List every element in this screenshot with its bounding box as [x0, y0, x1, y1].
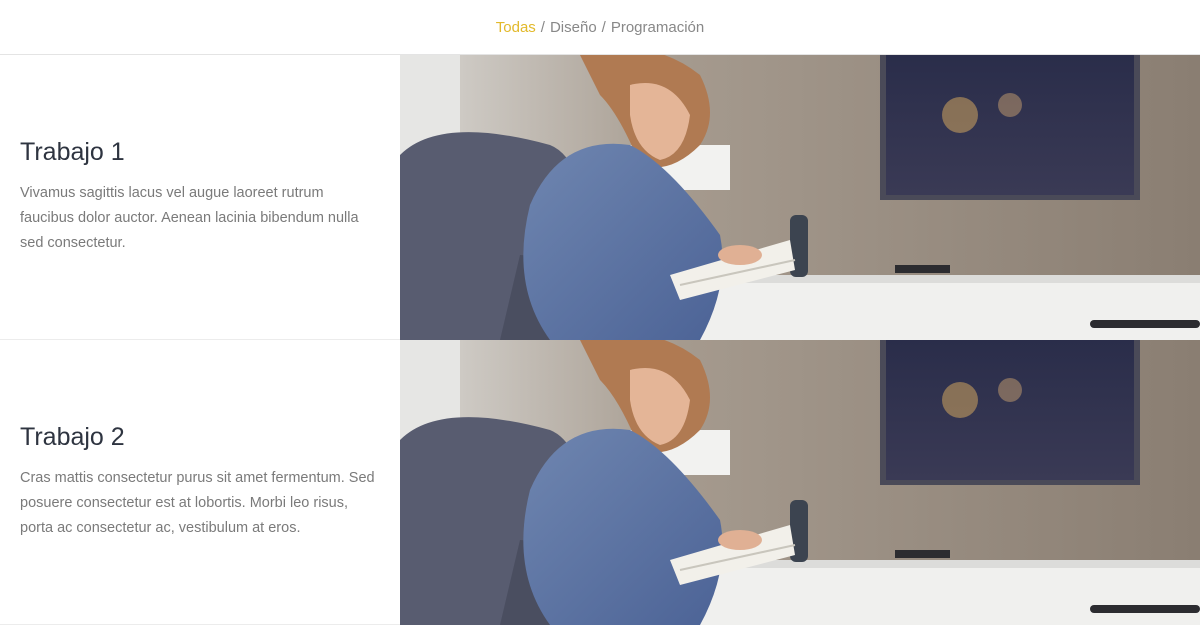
work-title[interactable]: Trabajo 2 [20, 423, 380, 452]
work-description: Vivamus sagittis lacus vel augue laoreet… [20, 185, 359, 251]
work-title[interactable]: Trabajo 1 [20, 138, 380, 167]
work-item-text: Trabajo 2 Cras mattis consectetur purus … [0, 340, 400, 624]
woman-reading-photo [400, 340, 1200, 625]
work-description: Cras mattis consectetur purus sit amet f… [20, 470, 375, 536]
work-image[interactable] [400, 55, 1200, 340]
filter-diseno[interactable]: Diseño [550, 19, 597, 36]
filter-separator: / [540, 18, 545, 36]
work-item-2[interactable]: Trabajo 2 Cras mattis consectetur purus … [0, 340, 1200, 625]
filter-todas[interactable]: Todas [496, 19, 536, 36]
work-item-text: Trabajo 1 Vivamus sagittis lacus vel aug… [0, 55, 400, 339]
woman-reading-photo [400, 55, 1200, 340]
filter-separator: / [601, 18, 606, 36]
work-item-1[interactable]: Trabajo 1 Vivamus sagittis lacus vel aug… [0, 55, 1200, 340]
portfolio-filter: Todas / Diseño / Programación [0, 0, 1200, 55]
work-image[interactable] [400, 340, 1200, 625]
filter-programacion[interactable]: Programación [611, 19, 704, 36]
